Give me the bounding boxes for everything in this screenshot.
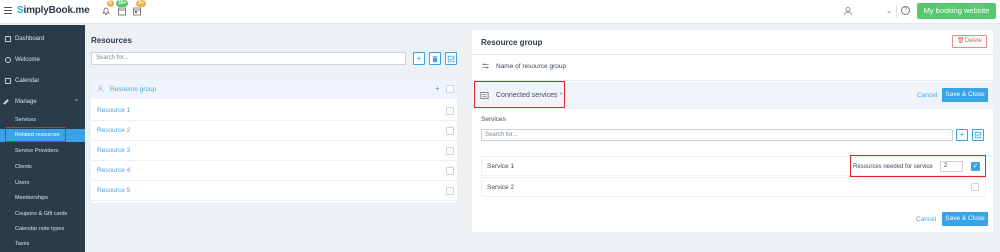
calendar-check-icon[interactable]: [132, 6, 142, 16]
services-search-input[interactable]: Search for...: [481, 129, 953, 141]
sidebar-item-label: Manage: [15, 99, 37, 105]
delete-label: Delete: [964, 38, 982, 44]
welcome-icon: [5, 57, 11, 63]
delete-button[interactable]: 🗑Delete: [952, 35, 987, 48]
trash-icon: 🗑: [957, 38, 965, 44]
cancel-link[interactable]: Cancel: [917, 92, 937, 99]
save-close-button[interactable]: Save & Close: [942, 212, 988, 226]
services-title: Services: [481, 116, 506, 123]
resource-group-title: Resource group: [481, 38, 543, 47]
user-icon[interactable]: [843, 6, 853, 16]
cancel-link[interactable]: Cancel: [916, 216, 936, 223]
sidebar-item-welcome[interactable]: Welcome: [0, 53, 85, 67]
resource-label: Resource 1: [97, 107, 131, 114]
calendar-icon: [5, 78, 11, 84]
sidebar-subitem-users[interactable]: Users: [0, 177, 85, 190]
resource-checkbox[interactable]: [446, 107, 454, 115]
group-icon: [97, 85, 104, 93]
top-bar: SimplyBook.me 5 30+ 3+ ⌄ ? My booking we…: [0, 0, 1000, 24]
resource-label: Resource 3: [97, 147, 131, 154]
list-item[interactable]: Resource 2: [91, 121, 457, 141]
resources-search-input[interactable]: Search for...: [91, 52, 406, 65]
sidebar-subitem-service-providers[interactable]: Service Providers: [0, 145, 85, 158]
resource-label: Resource 5: [97, 187, 131, 194]
chevron-down-icon[interactable]: ⌄: [886, 7, 892, 15]
sidebar-subitem-coupons[interactable]: Coupons & Gift cards: [0, 208, 85, 221]
add-button[interactable]: +: [413, 52, 425, 65]
help-icon[interactable]: ?: [901, 6, 910, 15]
divider: [896, 5, 897, 18]
sidebar-item-calendar[interactable]: Calendar: [0, 74, 85, 88]
highlight-box: [474, 81, 565, 108]
resources-list: Resource group + Resource 1 Resource 2 R…: [91, 80, 457, 203]
resource-label: Resource 2: [97, 127, 131, 134]
calendar-icon[interactable]: [117, 6, 127, 16]
add-service-button[interactable]: +: [956, 129, 968, 141]
logo[interactable]: SimplyBook.me: [17, 5, 90, 16]
save-close-button[interactable]: Save & Close: [942, 88, 988, 102]
list-item[interactable]: Resource 1: [91, 101, 457, 121]
highlight-box: [850, 155, 986, 177]
logo-suffix: .me: [72, 5, 90, 16]
settings-sliders-icon: [481, 62, 490, 70]
logo-text: implyBook: [23, 5, 73, 16]
highlight-box: [5, 127, 66, 142]
list-item[interactable]: Resource 4: [91, 161, 457, 181]
sidebar-subitem-clients[interactable]: Clients: [0, 161, 85, 174]
bookings-badge: 30+: [116, 0, 129, 7]
sidebar-item-manage[interactable]: Manage ^: [0, 95, 85, 109]
sidebar-item-label: Calendar: [15, 78, 40, 84]
pencil-icon: [3, 99, 9, 105]
sidebar-item-label: Welcome: [15, 57, 40, 63]
resource-checkbox[interactable]: [446, 187, 454, 195]
dashboard-icon: [5, 36, 11, 42]
chevron-up-icon: ^: [75, 99, 78, 105]
bell-icon[interactable]: [101, 6, 111, 16]
sidebar-item-label: Dashboard: [15, 36, 45, 42]
service-label: Service 2: [487, 184, 515, 191]
menu-icon[interactable]: [4, 7, 12, 14]
resource-label: Resource 4: [97, 167, 131, 174]
resource-group-name-input[interactable]: Name of resource group: [496, 63, 566, 70]
notifications-badge: 5: [107, 0, 114, 7]
select-all-button[interactable]: [445, 52, 457, 65]
resource-group-label: Resource group: [110, 86, 157, 93]
resource-group-row[interactable]: Resource group +: [91, 80, 457, 99]
trash-icon[interactable]: [429, 52, 441, 65]
resources-title: Resources: [91, 36, 132, 45]
my-booking-website-button[interactable]: My booking website: [917, 3, 996, 19]
select-all-services-button[interactable]: [972, 129, 984, 141]
group-checkbox[interactable]: [446, 85, 454, 93]
sidebar-subitem-taxes[interactable]: Taxes: [0, 238, 85, 251]
divider: [472, 54, 993, 55]
resource-checkbox[interactable]: [446, 167, 454, 175]
resource-checkbox[interactable]: [446, 147, 454, 155]
service-label: Service 1: [487, 163, 515, 170]
sidebar-subitem-memberships[interactable]: Memberships: [0, 192, 85, 205]
resource-checkbox[interactable]: [446, 127, 454, 135]
sidebar-item-dashboard[interactable]: Dashboard: [0, 32, 85, 46]
sidebar-subitem-services[interactable]: Services: [0, 114, 85, 127]
add-to-group-icon[interactable]: +: [435, 84, 440, 93]
table-row[interactable]: Service 2: [481, 177, 986, 197]
sidebar-subitem-calendar-note-types[interactable]: Calendar note types: [0, 223, 85, 236]
pending-badge: 3+: [136, 0, 146, 7]
service-checkbox[interactable]: [971, 183, 979, 191]
list-item[interactable]: Resource 5: [91, 181, 457, 201]
list-item[interactable]: Resource 3: [91, 141, 457, 161]
resource-group-panel: Resource group 🗑Delete Name of resource …: [472, 30, 993, 232]
